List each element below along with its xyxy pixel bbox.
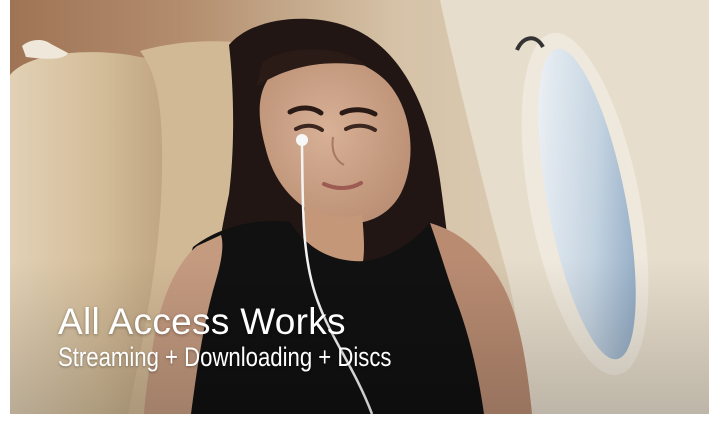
- banner-caption: All Access Works Streaming + Downloading…: [58, 302, 465, 373]
- banner-frame: All Access Works Streaming + Downloading…: [0, 0, 719, 422]
- banner-subtitle: Streaming + Downloading + Discs: [58, 342, 392, 372]
- banner-title: All Access Works: [58, 301, 346, 342]
- earbud: [296, 134, 308, 146]
